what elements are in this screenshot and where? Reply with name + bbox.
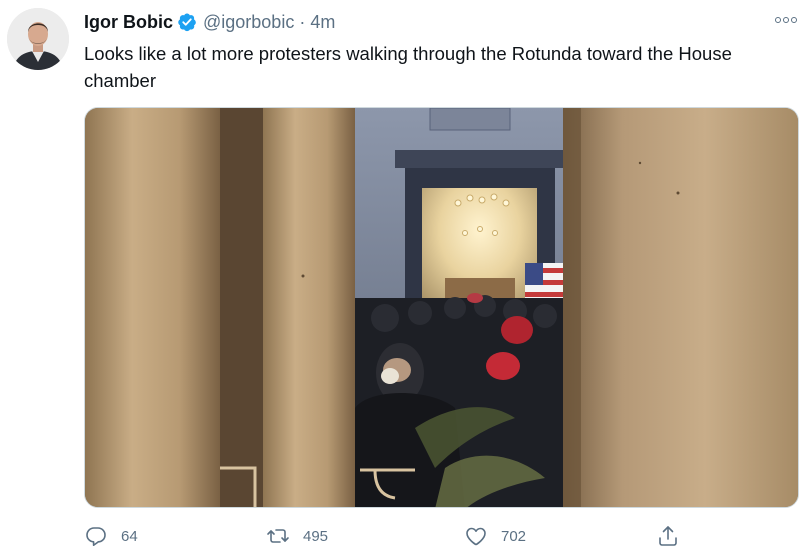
heart-icon xyxy=(466,527,486,546)
retweet-icon xyxy=(267,529,289,543)
retweet-button[interactable]: 495 xyxy=(266,522,328,550)
reply-button[interactable]: 64 xyxy=(84,522,138,550)
verified-badge-icon xyxy=(177,12,197,32)
more-options-icon[interactable] xyxy=(774,10,798,30)
author-handle[interactable]: @igorbobic xyxy=(203,12,294,33)
share-button[interactable] xyxy=(656,522,680,550)
author-avatar[interactable] xyxy=(7,8,69,70)
share-icon xyxy=(659,526,677,546)
reply-count: 64 xyxy=(121,527,138,545)
author-display-name[interactable]: Igor Bobic xyxy=(84,12,173,33)
tweet-card[interactable]: Igor Bobic @igorbobic · 4m Looks like a … xyxy=(0,0,810,551)
like-button[interactable]: 702 xyxy=(464,522,526,550)
tweet-header: Igor Bobic @igorbobic · 4m xyxy=(84,10,335,34)
tweet-actions: 64 495 702 xyxy=(84,522,784,550)
tweet-photo[interactable] xyxy=(84,107,799,508)
retweet-count: 495 xyxy=(303,527,329,545)
header-separator: · xyxy=(299,11,306,32)
like-count: 702 xyxy=(501,527,527,545)
tweet-timestamp[interactable]: 4m xyxy=(310,12,335,33)
tweet-text: Looks like a lot more protesters walking… xyxy=(84,43,732,91)
reply-icon xyxy=(86,527,106,547)
